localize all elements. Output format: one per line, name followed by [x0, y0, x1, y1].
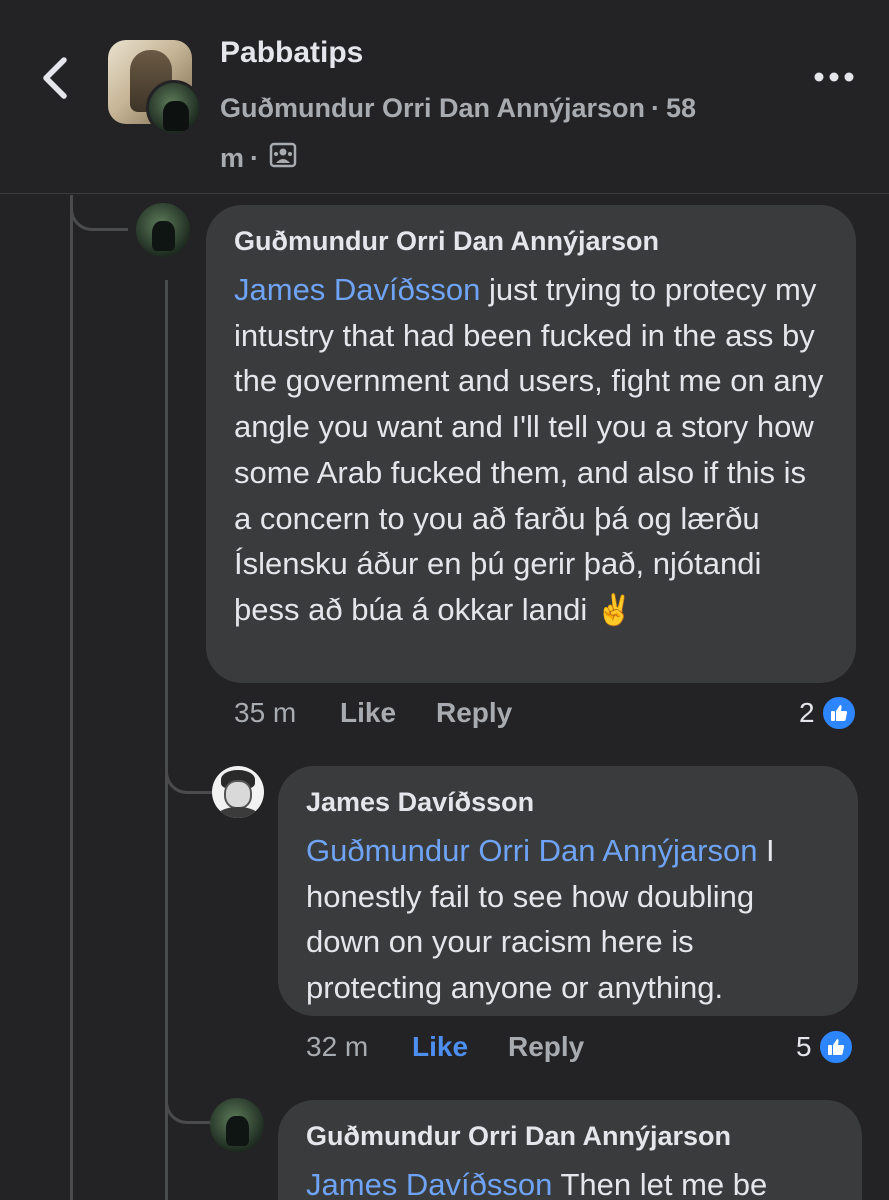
- reaction-summary[interactable]: 5: [796, 1027, 854, 1067]
- reaction-count: 2: [799, 697, 815, 728]
- thread-connector: [165, 760, 213, 794]
- comment-author[interactable]: Guðmundur Orri Dan Annýjarson: [234, 223, 830, 259]
- comment-body: Then let me be: [552, 1167, 768, 1200]
- comment-bubble: James Davíðsson Guðmundur Orri Dan Annýj…: [278, 766, 858, 1016]
- thread-line-replies: [165, 280, 168, 1200]
- commenter-avatar[interactable]: [210, 1098, 264, 1152]
- post-time-unit: m: [220, 143, 245, 173]
- poster-name[interactable]: Guðmundur Orri Dan Annýjarson: [220, 93, 645, 123]
- thread-line-outer: [70, 195, 73, 1200]
- reply-button[interactable]: Reply: [436, 693, 512, 733]
- comment-bubble: Guðmundur Orri Dan Annýjarson James Daví…: [206, 205, 856, 683]
- post-header: Pabbatips Guðmundur Orri Dan Annýjarson ·…: [0, 0, 889, 194]
- thread-connector: [70, 195, 128, 231]
- comment-author[interactable]: Guðmundur Orri Dan Annýjarson: [306, 1118, 836, 1154]
- comment-body: just trying to protecy my intustry that …: [234, 272, 824, 627]
- thumbs-up-icon: [817, 1029, 854, 1065]
- separator-dot: ·: [651, 93, 661, 123]
- mention-link[interactable]: James Davíðsson: [306, 1167, 552, 1200]
- comment-actions: 32 m Like Reply 5: [306, 1027, 866, 1067]
- more-horizontal-icon: [814, 72, 854, 82]
- more-options-button[interactable]: [812, 60, 856, 94]
- separator-dot: ·: [250, 143, 260, 173]
- mention-link[interactable]: Guðmundur Orri Dan Annýjarson: [306, 833, 757, 868]
- poster-avatar[interactable]: [146, 80, 202, 136]
- thread-connector: [165, 1090, 213, 1124]
- like-button[interactable]: Like: [412, 1027, 468, 1067]
- comment-time: 35 m: [234, 697, 297, 728]
- comment-author[interactable]: James Davíðsson: [306, 784, 832, 820]
- comment-bubble: Guðmundur Orri Dan Annýjarson James Daví…: [278, 1100, 862, 1200]
- commenter-avatar[interactable]: [136, 203, 190, 257]
- comment-actions: 35 m Like Reply 2: [234, 693, 864, 733]
- victory-hand-emoji: ✌️: [595, 593, 634, 627]
- group-members-icon: [269, 135, 297, 185]
- group-name[interactable]: Pabbatips: [220, 36, 363, 70]
- chevron-left-icon: [43, 57, 67, 99]
- comment-text: James Davíðsson just trying to protecy m…: [234, 267, 830, 634]
- thumbs-up-icon: [820, 695, 857, 731]
- mention-link[interactable]: James Davíðsson: [234, 272, 480, 307]
- reply-button[interactable]: Reply: [508, 1027, 584, 1067]
- comment-text: James Davíðsson Then let me be: [306, 1162, 836, 1200]
- post-subtitle: Guðmundur Orri Dan Annýjarson · 58 m ·: [220, 83, 780, 185]
- post-time-value: 58: [666, 93, 697, 123]
- like-button[interactable]: Like: [340, 693, 396, 733]
- reaction-count: 5: [796, 1031, 812, 1062]
- reaction-summary[interactable]: 2: [799, 693, 857, 733]
- comment-time: 32 m: [306, 1031, 369, 1062]
- commenter-avatar[interactable]: [212, 766, 264, 818]
- comment-text: Guðmundur Orri Dan Annýjarson I honestly…: [306, 828, 832, 1011]
- back-button[interactable]: [30, 50, 80, 106]
